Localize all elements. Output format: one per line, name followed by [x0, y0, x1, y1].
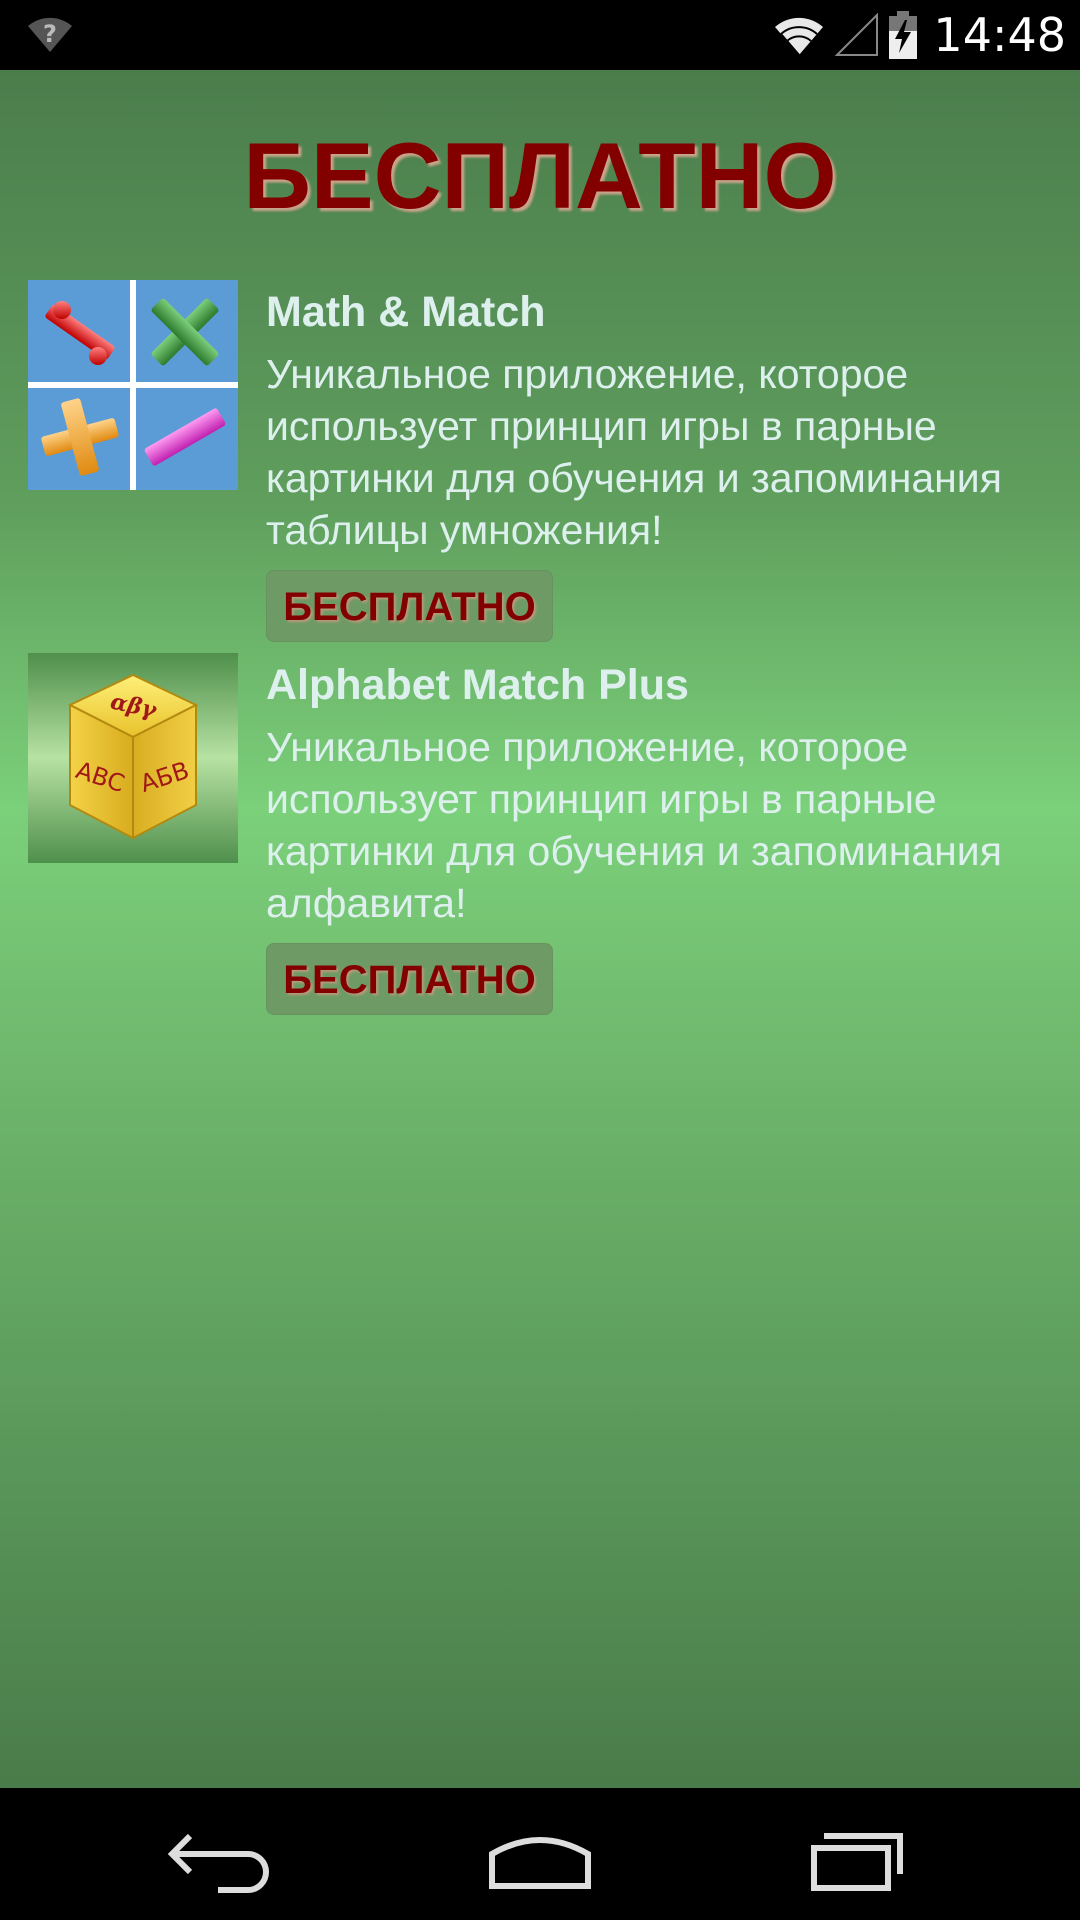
screen: ? 14:48 БЕСПЛАТНО Math & Match Уникально… — [0, 0, 1080, 1920]
status-bar: ? 14:48 — [0, 0, 1080, 70]
battery-charging-icon — [889, 11, 918, 59]
app-description: Уникальное приложение, которое используе… — [266, 351, 1002, 553]
math-operations-icon[interactable] — [28, 280, 238, 490]
alphabet-cube-icon[interactable]: αβγ ABC АБВ — [28, 653, 238, 863]
status-icons: 14:48 — [773, 0, 1066, 70]
page-title: БЕСПЛАТНО — [243, 123, 837, 228]
free-button[interactable]: БЕСПЛАТНО — [266, 570, 553, 642]
app-name[interactable]: Alphabet Match Plus — [266, 661, 689, 710]
back-icon[interactable] — [160, 1814, 280, 1894]
wifi-question-icon: ? — [28, 17, 72, 52]
free-button[interactable]: БЕСПЛАТНО — [266, 943, 553, 1015]
app-name[interactable]: Math & Match — [266, 288, 546, 337]
svg-text:?: ? — [43, 20, 57, 48]
signal-icon — [835, 13, 879, 56]
main-content: БЕСПЛАТНО Math & Match Уникальное прилож… — [0, 70, 1080, 1788]
app-description: Уникальное приложение, которое используе… — [266, 724, 1002, 926]
home-icon[interactable] — [480, 1814, 600, 1894]
navigation-bar — [0, 1788, 1080, 1920]
wifi-icon — [775, 17, 824, 56]
recents-icon[interactable] — [800, 1814, 920, 1894]
status-time: 14:48 — [933, 8, 1066, 62]
